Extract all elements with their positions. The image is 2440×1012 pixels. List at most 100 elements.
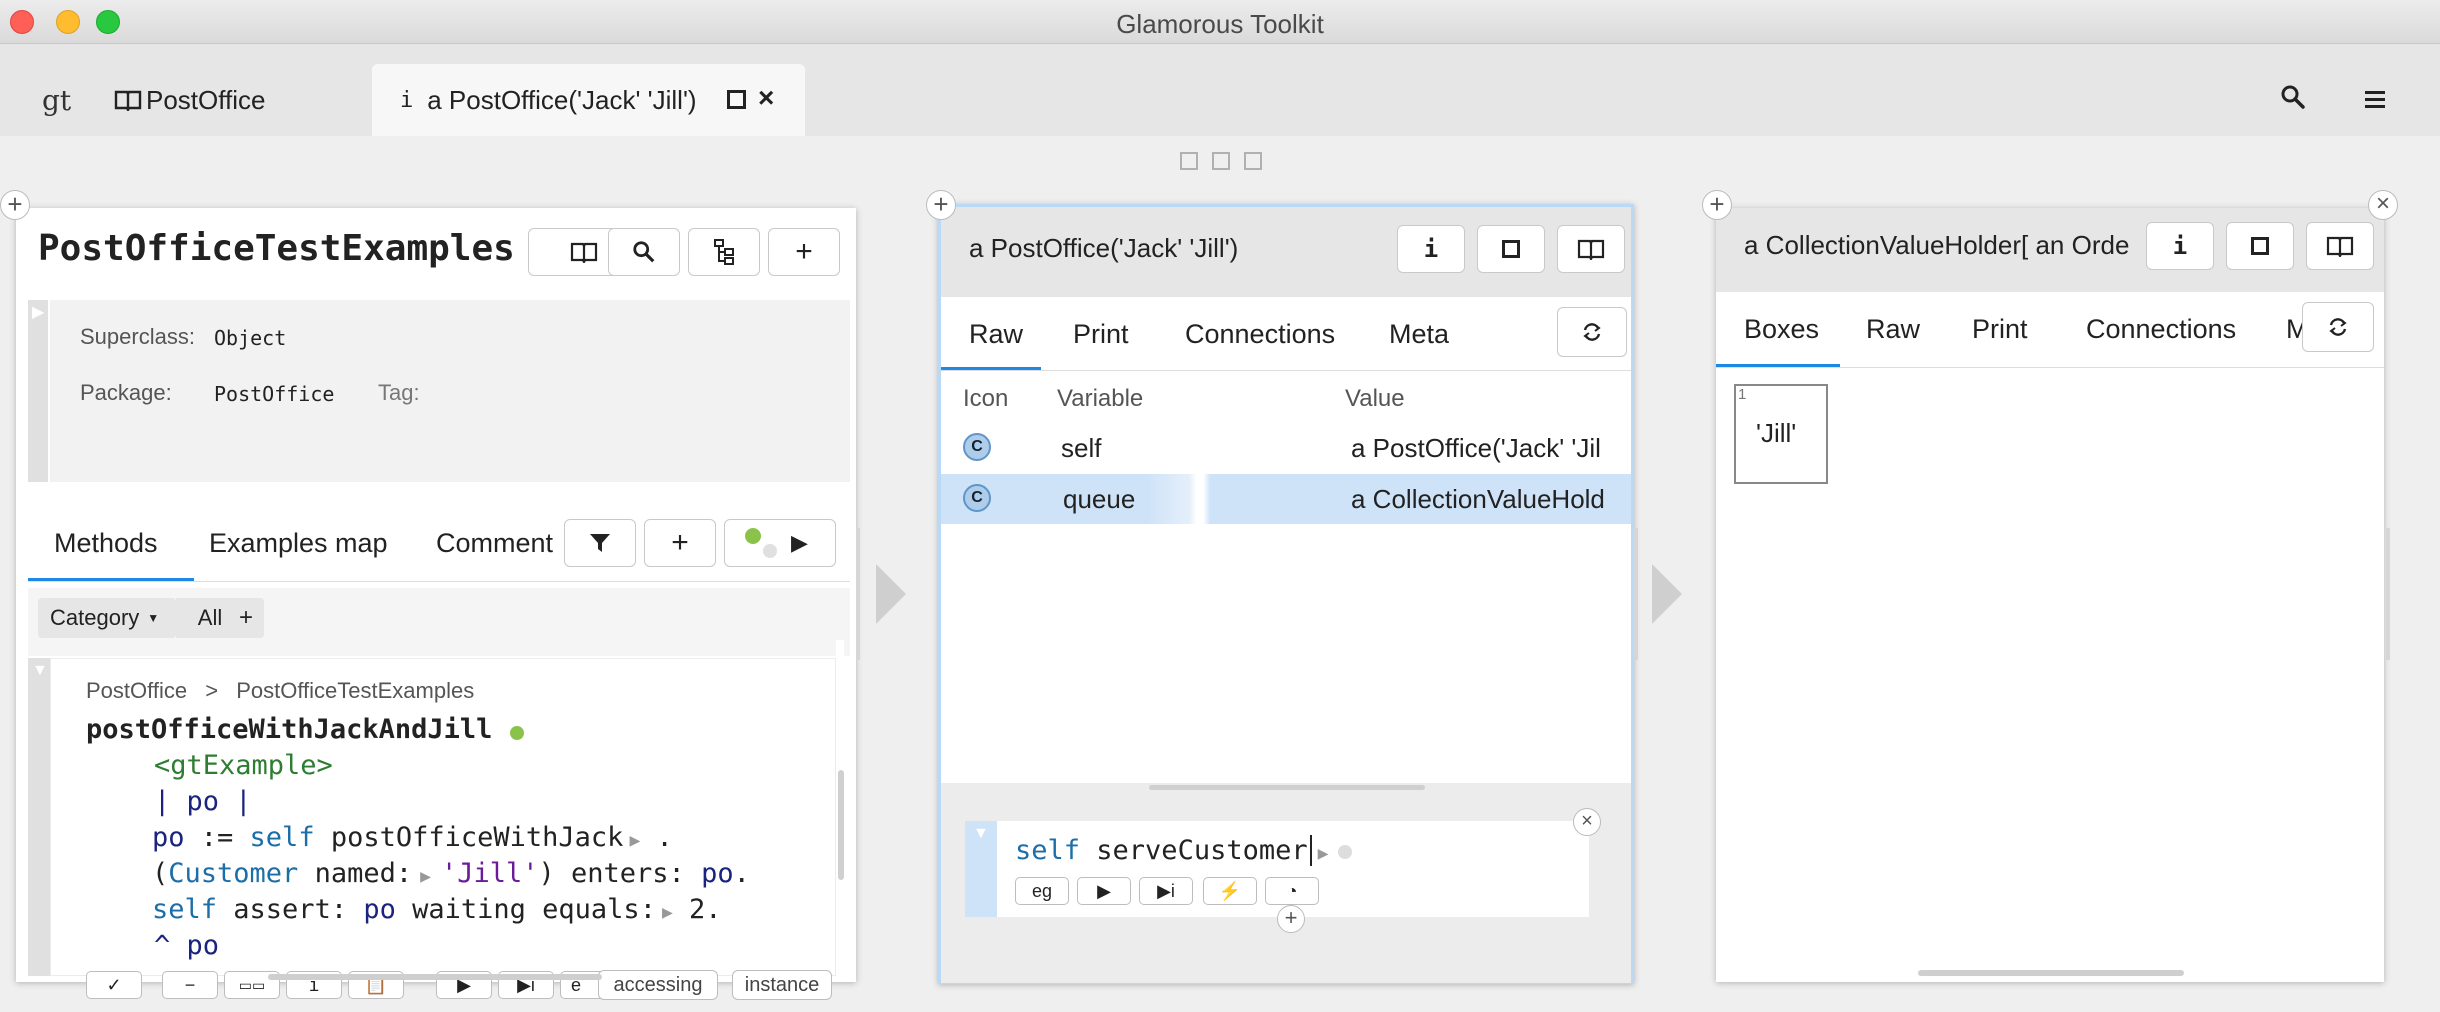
- category-label: Category: [50, 605, 140, 630]
- tab-meta[interactable]: Meta: [1389, 319, 1449, 350]
- browse-class-button[interactable]: [2306, 222, 2374, 270]
- column-header-icon[interactable]: Icon: [963, 385, 1008, 413]
- maximize-button[interactable]: [1477, 225, 1545, 273]
- tab-postoffice-instance[interactable]: i a PostOffice('Jack' 'Jill') ×: [372, 64, 805, 136]
- panel1-h-scrollbar[interactable]: [268, 974, 602, 980]
- close-panel-button[interactable]: ×: [2368, 190, 2398, 220]
- tab-connections[interactable]: Connections: [2086, 314, 2236, 345]
- refresh-button[interactable]: [1557, 307, 1627, 357]
- eg-button[interactable]: eg: [1015, 877, 1069, 905]
- hamburger-menu-icon[interactable]: [2363, 86, 2387, 118]
- minus-icon: −: [184, 974, 196, 995]
- add-filter-button[interactable]: +: [228, 598, 264, 638]
- category-dropdown[interactable]: Category ▼: [38, 598, 176, 638]
- tab-print[interactable]: Print: [1073, 319, 1129, 350]
- inspector-panel-collection: a CollectionValueHolder[ an Orde i Boxes…: [1716, 208, 2384, 982]
- maximize-button[interactable]: [2226, 222, 2294, 270]
- breadcrumb-class[interactable]: PostOfficeTestExamples: [236, 678, 474, 703]
- tab-examples-map[interactable]: Examples map: [209, 528, 388, 559]
- triangle-down-icon: ▼: [32, 662, 48, 679]
- breadcrumb: PostOffice > PostOfficeTestExamples: [86, 678, 474, 704]
- maximize-tab-icon[interactable]: [727, 90, 746, 109]
- tab-raw[interactable]: Raw: [969, 319, 1023, 350]
- add-button[interactable]: +: [768, 228, 840, 276]
- table-row-selected[interactable]: C queue a CollectionValueHold: [941, 474, 1631, 524]
- package-value[interactable]: PostOffice: [214, 382, 334, 406]
- scrollbar-track[interactable]: [836, 640, 844, 880]
- playground-resize-handle[interactable]: [1149, 785, 1425, 790]
- search-icon[interactable]: [2280, 84, 2306, 117]
- tab-print[interactable]: Print: [1972, 314, 2028, 345]
- tab-comment[interactable]: Comment: [436, 528, 553, 559]
- snippet-code[interactable]: self serveCustomer ▶: [1015, 835, 1353, 866]
- tab-gt-home[interactable]: gt: [42, 64, 71, 136]
- search-class-button[interactable]: [608, 228, 680, 276]
- superclass-value[interactable]: Object: [214, 326, 286, 350]
- code-line-3[interactable]: po := self postOfficeWithJack ▶ .: [152, 822, 673, 853]
- panel1-v-scrollbar[interactable]: [856, 528, 860, 660]
- hierarchy-button[interactable]: [688, 228, 760, 276]
- tab-raw[interactable]: Raw: [1866, 314, 1920, 345]
- hierarchy-icon: [714, 239, 734, 265]
- tab-connections[interactable]: Connections: [1185, 319, 1335, 350]
- panel2-v-scrollbar[interactable]: [1634, 528, 1638, 660]
- code-line-5[interactable]: self assert: po waiting equals: ▶ 2.: [152, 894, 722, 925]
- pager-dot[interactable]: [1244, 152, 1262, 170]
- method-collapse-bar[interactable]: ▼: [28, 658, 50, 976]
- add-panel-button[interactable]: +: [926, 190, 956, 220]
- definition-collapse-bar[interactable]: ▶: [28, 300, 48, 482]
- pager-dot[interactable]: [1212, 152, 1230, 170]
- run-examples-button[interactable]: ▶: [724, 519, 836, 567]
- column-header-variable[interactable]: Variable: [1057, 385, 1143, 413]
- tab-methods[interactable]: Methods: [54, 528, 158, 559]
- inspect-it-button[interactable]: ▶i: [1139, 877, 1193, 905]
- refresh-button[interactable]: [2302, 302, 2374, 352]
- do-it-button[interactable]: ▶: [1077, 877, 1131, 905]
- tag-accessing[interactable]: accessing: [598, 970, 718, 1000]
- code-temps[interactable]: | po |: [154, 786, 252, 817]
- panel3-v-scrollbar[interactable]: [2386, 528, 2390, 660]
- collection-item-box[interactable]: 1 'Jill': [1734, 384, 1828, 484]
- code-token: assert:: [217, 894, 364, 925]
- browse-class-button[interactable]: [1557, 225, 1625, 273]
- add-panel-left-button[interactable]: +: [0, 190, 30, 220]
- inspect-button[interactable]: i: [2146, 222, 2214, 270]
- pager-arrow-icon: [876, 564, 906, 624]
- code-token: 2.: [672, 894, 722, 925]
- panel3-h-scrollbar[interactable]: [1918, 970, 2184, 976]
- add-method-button[interactable]: +: [644, 519, 716, 567]
- filter-icon: [590, 534, 610, 552]
- add-snippet-button[interactable]: +: [1277, 905, 1305, 933]
- profile-button[interactable]: ◔: [1265, 877, 1319, 905]
- book-icon: [1577, 239, 1605, 260]
- close-snippet-button[interactable]: ×: [1573, 808, 1601, 836]
- code-line-4[interactable]: (Customer named: ▶ 'Jill') enters: po.: [152, 858, 750, 889]
- expand-triangle-icon[interactable]: ▶: [1318, 843, 1329, 864]
- expand-triangle-icon[interactable]: ▶: [420, 866, 431, 887]
- tab-boxes[interactable]: Boxes: [1744, 314, 1819, 345]
- remove-button[interactable]: −: [162, 971, 218, 999]
- method-name[interactable]: postOfficeWithJackAndJill: [86, 714, 492, 745]
- debug-button[interactable]: ⚡: [1203, 877, 1257, 905]
- column-header-value[interactable]: Value: [1345, 385, 1405, 413]
- table-row[interactable]: C self a PostOffice('Jack' 'Jil: [941, 423, 1631, 473]
- expand-triangle-icon[interactable]: ▶: [662, 902, 673, 923]
- scrollbar-thumb[interactable]: [838, 770, 844, 880]
- tag-instance[interactable]: instance: [732, 970, 832, 1000]
- tab-postoffice[interactable]: PostOffice: [114, 64, 265, 136]
- code-pragma[interactable]: <gtExample>: [154, 750, 333, 781]
- pager-dot[interactable]: [1180, 152, 1198, 170]
- snippet-collapse-bar[interactable]: ▼: [965, 821, 997, 917]
- code-return[interactable]: ^ po: [154, 930, 219, 961]
- tag-label: accessing: [613, 973, 703, 996]
- add-panel-button[interactable]: +: [1702, 190, 1732, 220]
- class-title: PostOfficeTestExamples: [38, 228, 515, 269]
- inspect-button[interactable]: i: [1397, 225, 1465, 273]
- breadcrumb-package[interactable]: PostOffice: [86, 678, 187, 703]
- expand-triangle-icon[interactable]: ▶: [629, 830, 640, 851]
- close-tab-icon[interactable]: ×: [758, 82, 774, 114]
- triangle-down-icon: ▼: [973, 825, 989, 842]
- filter-button[interactable]: [564, 519, 636, 567]
- accept-button[interactable]: ✓: [86, 971, 142, 999]
- code-token: serveCustomer: [1080, 835, 1308, 866]
